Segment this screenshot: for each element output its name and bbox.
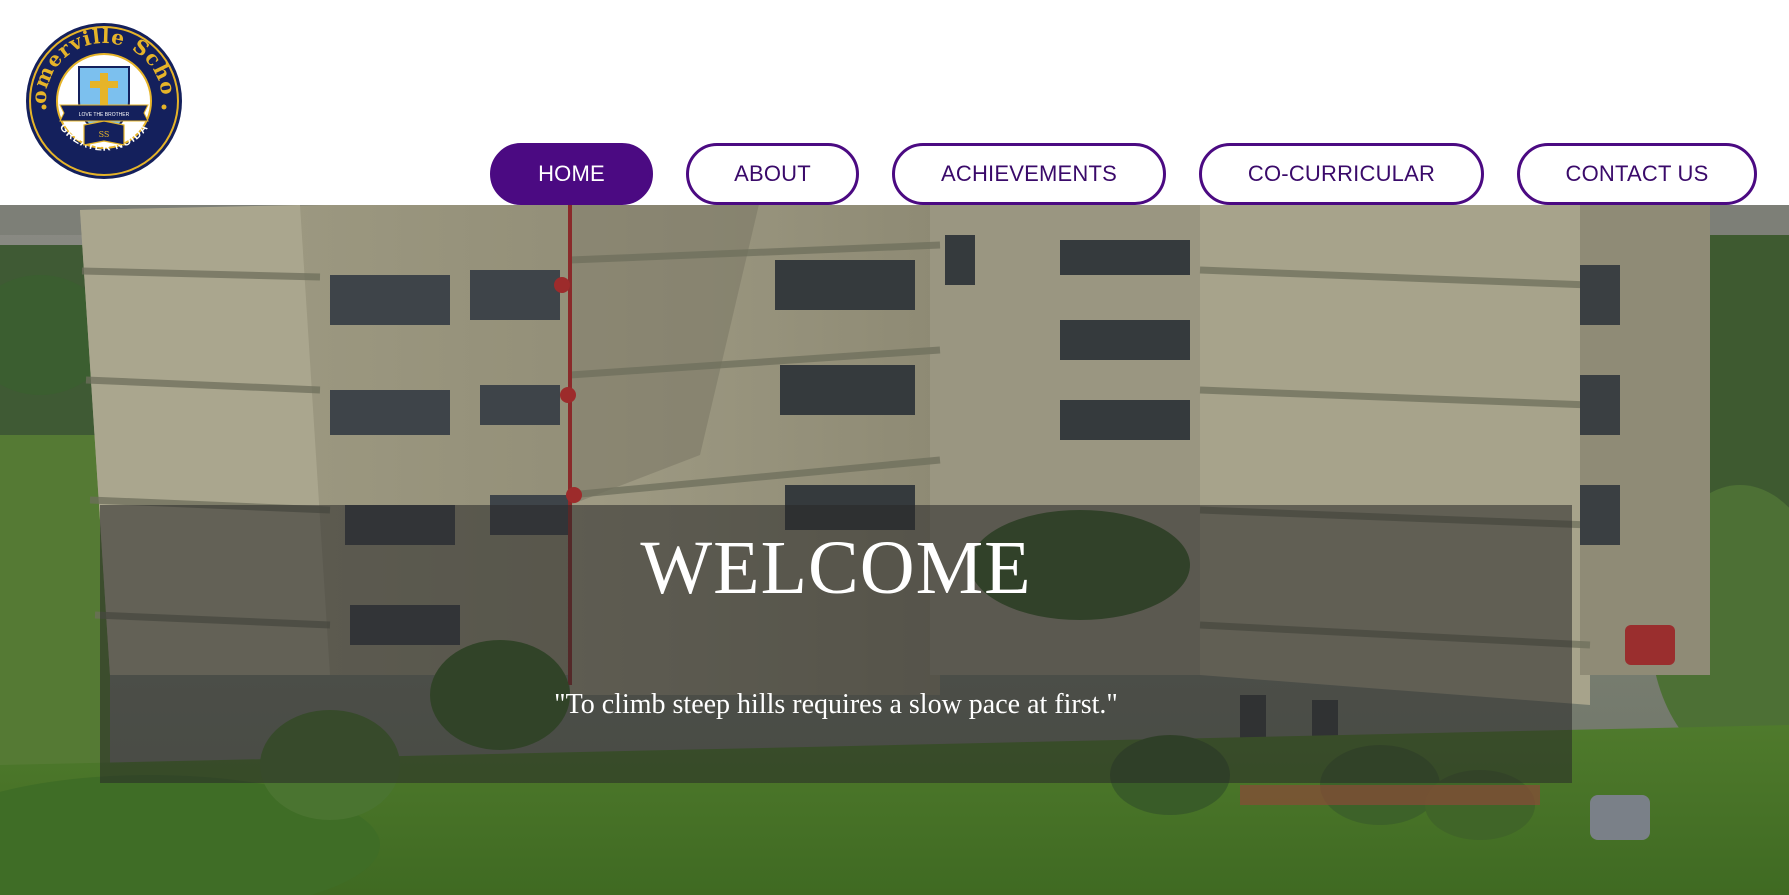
nav-about[interactable]: ABOUT bbox=[686, 143, 859, 205]
nav-co-curricular[interactable]: CO-CURRICULAR bbox=[1199, 143, 1484, 205]
nav-home[interactable]: HOME bbox=[490, 143, 653, 205]
welcome-heading: WELCOME bbox=[640, 526, 1032, 610]
school-logo[interactable]: Somerville School GREATER NOIDA LOVE THE… bbox=[24, 21, 184, 181]
hero-banner: WELCOME "To climb steep hills requires a… bbox=[0, 205, 1789, 895]
hero-quote: "To climb steep hills requires a slow pa… bbox=[554, 689, 1118, 720]
nav-achievements[interactable]: ACHIEVEMENTS bbox=[892, 143, 1166, 205]
logo-motto: LOVE THE BROTHER bbox=[79, 112, 130, 118]
logo-initials: SS bbox=[99, 130, 110, 139]
welcome-overlay: WELCOME "To climb steep hills requires a… bbox=[100, 505, 1572, 783]
site-header: Somerville School GREATER NOIDA LOVE THE… bbox=[0, 0, 1789, 205]
nav-contact-us[interactable]: CONTACT US bbox=[1517, 143, 1757, 205]
